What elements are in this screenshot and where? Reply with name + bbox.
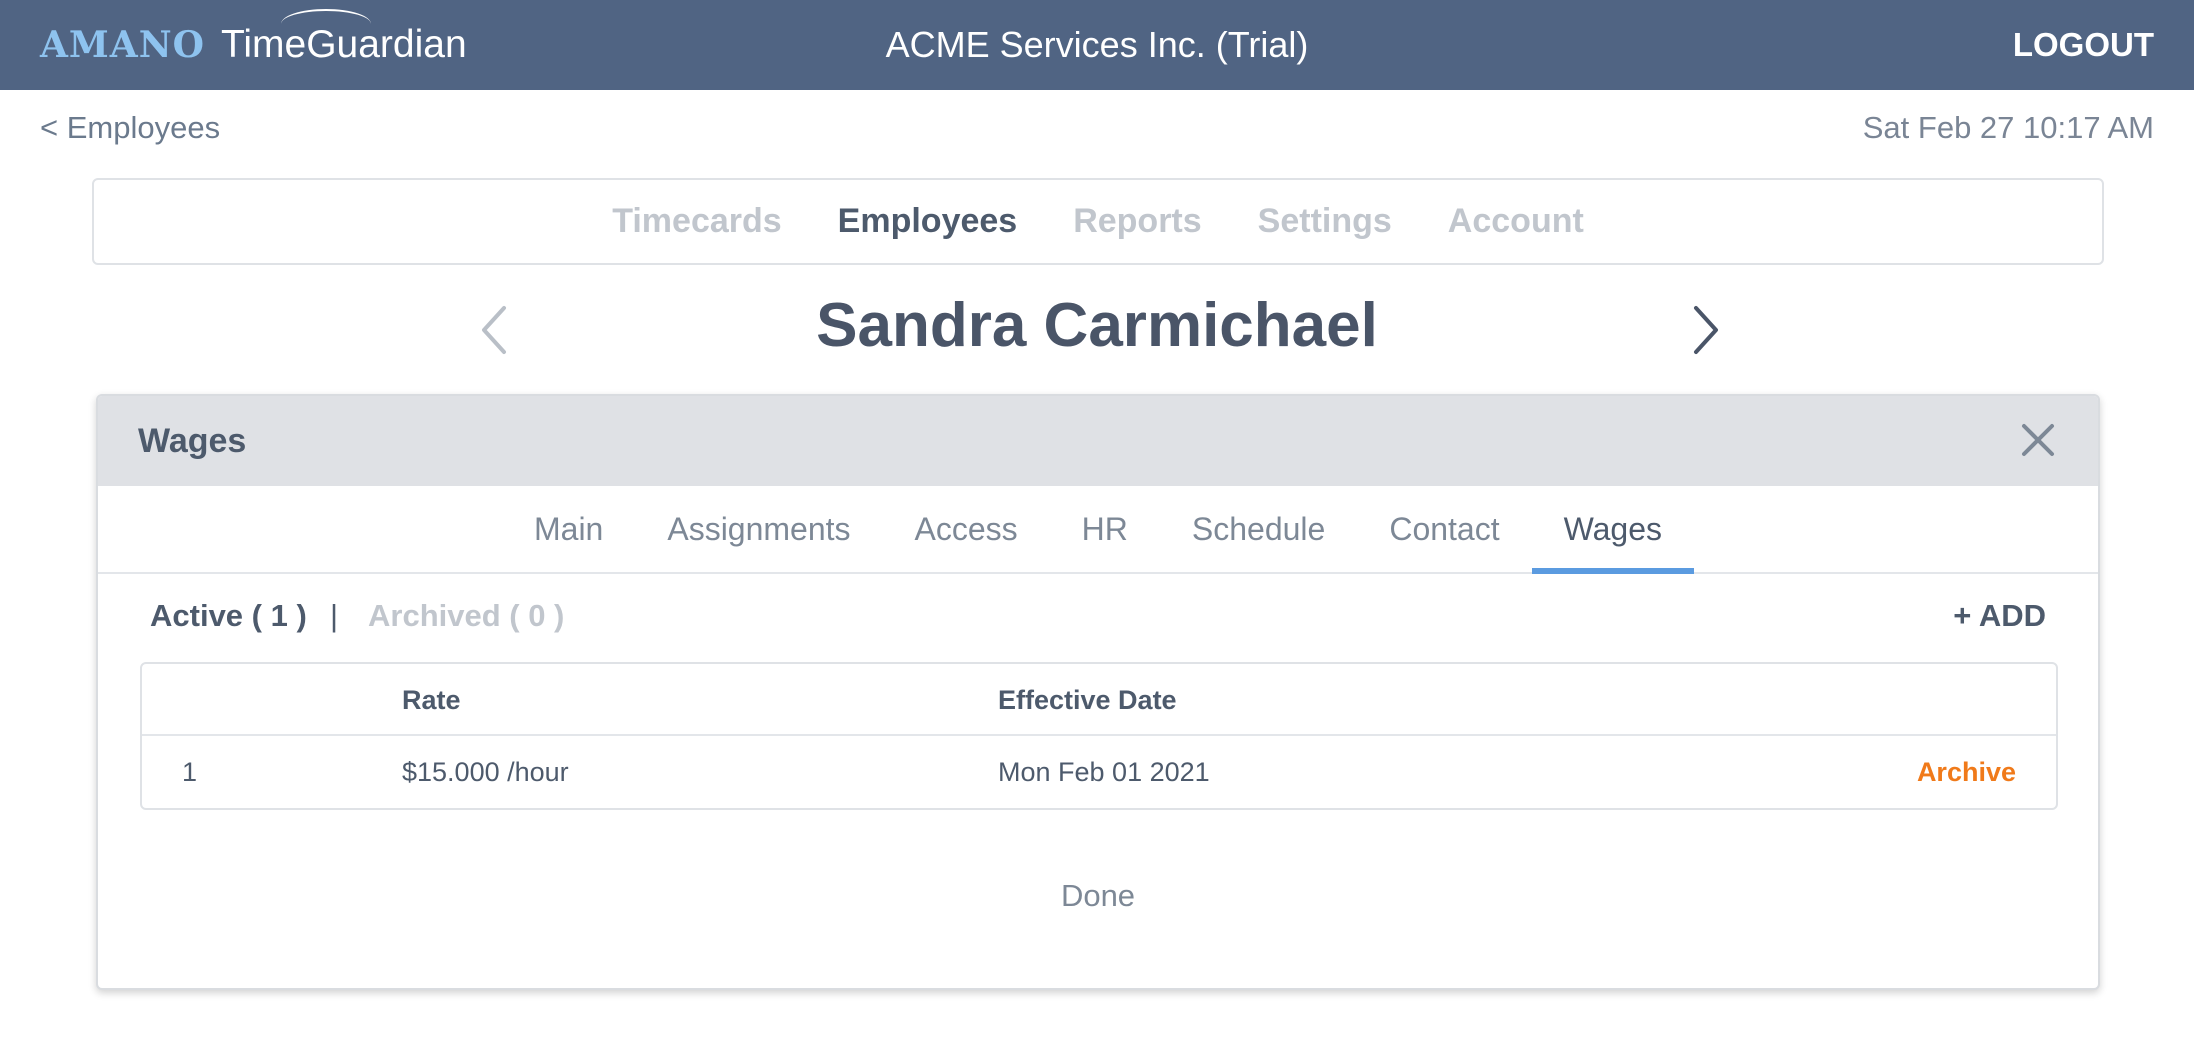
panel-title: Wages [138,422,247,460]
column-header-rate: Rate [402,685,461,715]
nav-timecards[interactable]: Timecards [612,202,781,241]
add-wage-button[interactable]: + ADD [1953,598,2046,634]
logo-product: TimeGuardian [221,9,467,67]
row-rate: $15.000 /hour [402,757,569,787]
filter-active[interactable]: Active ( 1 ) [150,598,307,634]
tab-wages[interactable]: Wages [1531,486,1695,574]
filter-archived[interactable]: Archived ( 0 ) [368,598,564,634]
row-effective-date: Mon Feb 01 2021 [998,757,1210,787]
nav-reports[interactable]: Reports [1073,202,1201,241]
chevron-left-icon[interactable] [476,300,516,360]
wages-table: Rate Effective Date 1 $15.000 /hour Mon … [140,662,2058,810]
tab-assignments[interactable]: Assignments [635,486,882,572]
close-icon[interactable] [2018,420,2058,460]
table-row: 1 $15.000 /hour Mon Feb 01 2021 Archive [142,736,2056,808]
filter-row: Active ( 1 ) | Archived ( 0 ) + ADD [98,574,2098,664]
logo-brand: AMANO [40,24,205,66]
tab-hr[interactable]: HR [1050,486,1160,572]
wages-panel: Wages Main Assignments Access HR Schedul… [96,394,2100,990]
chevron-right-icon[interactable] [1684,300,1724,360]
logo-arc-icon [280,9,371,39]
logout-button[interactable]: LOGOUT [2013,0,2154,90]
tab-main[interactable]: Main [502,486,635,572]
nav-account[interactable]: Account [1448,202,1584,241]
current-datetime: Sat Feb 27 10:17 AM [1862,110,2154,145]
table-header: Rate Effective Date [142,664,2056,736]
done-button[interactable]: Done [1061,878,1135,913]
done-row: Done [98,878,2098,914]
back-to-employees-link[interactable]: < Employees [40,110,220,146]
nav-settings[interactable]: Settings [1258,202,1392,241]
tab-access[interactable]: Access [883,486,1050,572]
panel-header: Wages [98,396,2098,486]
employee-name: Sandra Carmichael [816,291,1378,360]
employee-tabs: Main Assignments Access HR Schedule Cont… [98,486,2098,574]
column-header-effective-date: Effective Date [998,685,1177,715]
tab-schedule[interactable]: Schedule [1160,486,1357,572]
main-nav: Timecards Employees Reports Settings Acc… [92,178,2104,265]
archive-button[interactable]: Archive [1917,736,2016,808]
filter-separator: | [330,598,339,633]
tab-contact[interactable]: Contact [1357,486,1531,572]
row-index: 1 [182,757,198,787]
nav-employees[interactable]: Employees [838,202,1018,241]
top-bar: AMANO TimeGuardian ACME Services Inc. (T… [0,0,2194,90]
app-logo: AMANO TimeGuardian [40,0,467,90]
